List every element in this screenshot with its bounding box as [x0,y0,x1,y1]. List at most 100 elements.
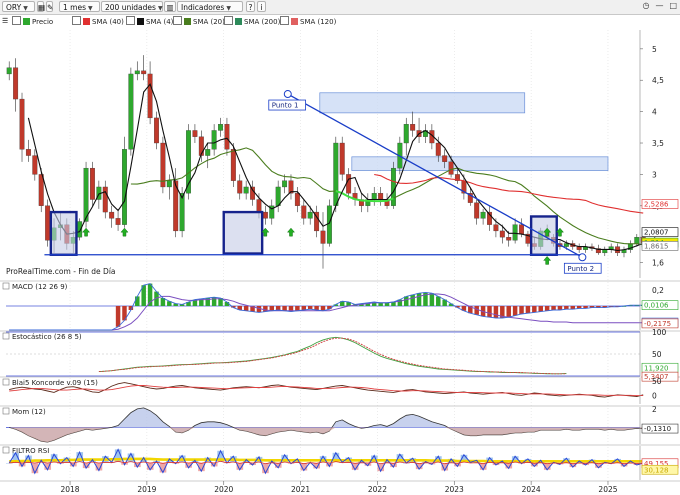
macd-bar-negative [474,306,479,315]
candle-up [282,180,288,188]
macd-bar-negative [538,306,543,312]
indicator-title-koncorde: Blai5 Koncorde v.09 (15) [12,379,98,387]
macd-signal-line [9,293,644,331]
indicator-checkbox-icon [2,378,10,386]
macd-bar-negative [564,306,569,310]
price-value-label: 2,5286 [644,201,669,209]
indicator-tick-label: 0,2 [652,286,664,295]
x-tick-label: 2022 [368,485,387,494]
candle-up [480,211,486,219]
macd-bar-negative [269,306,275,311]
indicator-title-momentum: Mom (12) [12,408,46,416]
macd-bar-negative [307,306,313,310]
x-tick-label: 2024 [522,485,541,494]
macd-bar-negative [487,306,492,318]
macd-bar-negative [512,306,518,316]
annotation-punto-1: Punto 1 [272,102,299,110]
momentum-value-label: -0,1310 [644,425,671,433]
candle-down [13,67,19,100]
candle-down [25,149,31,156]
candle-down [320,230,326,244]
candle-down [102,186,108,213]
candle-up [6,67,12,75]
stochastic-line [98,337,567,375]
candle-down [32,155,38,175]
candle-down [147,73,153,119]
pattern-box [49,210,78,256]
macd-bar-negative [115,306,121,327]
price-value-label: 1,8615 [644,242,669,250]
candle-down [141,70,147,75]
candle-down [89,167,95,200]
candle-up [211,130,217,150]
macd-bar-positive [135,296,140,306]
indicator-title-macd: MACD (12 26 9) [12,283,68,291]
price-tick-label: 1,6 [652,258,664,267]
macd-bar-negative [263,306,268,312]
price-tick-label: 4,5 [652,76,664,85]
indicator-checkbox-icon [2,332,10,340]
stochastic-value-label: 11,920 [644,364,669,372]
candle-up [205,149,211,156]
candle-up [403,124,409,144]
x-tick-label: 2020 [214,485,233,494]
candle-down [442,155,448,162]
candle-up [243,186,249,194]
candle-down [339,142,345,175]
candle-down [378,193,384,200]
candle-down [493,224,499,232]
macd-bar-negative [282,306,287,311]
resistance-zone [319,92,526,114]
candle-down [519,224,524,235]
point-2-marker [578,253,587,262]
candle-down [474,202,480,219]
macd-bar-positive [416,293,422,306]
indicator-checkbox-icon [2,282,10,290]
candle-up [128,73,134,150]
macd-bar-negative [275,306,281,310]
candle-up [602,249,608,254]
candle-down [410,124,416,131]
candle-up [134,70,140,75]
x-tick-label: 2019 [137,485,156,494]
candle-down [256,199,262,213]
macd-bar-negative [525,306,531,314]
chart-canvas: ProRealTime.com - Fin de Día Punto 1 Punt… [0,30,680,494]
x-tick-label: 2021 [291,485,310,494]
candle-up [218,124,223,131]
macd-bar-negative [519,306,524,314]
candle-down [237,180,243,194]
macd-bar-negative [506,306,511,318]
x-tick-label: 2018 [60,485,79,494]
indicator-tick-label: 100 [652,328,667,337]
candle-down [160,142,166,188]
candle-down [115,218,121,225]
candle-up [122,149,127,225]
koncorde-line [9,385,644,397]
momentum-area [9,407,644,443]
indicator-tick-label: 50 [652,350,662,359]
macd-bar-negative [544,306,550,311]
candle-down [230,149,236,181]
indicator-title-stochastic: Estocástico (26 8 5) [12,333,82,341]
indicator-tick-label: 0 [652,391,657,400]
candle-down [224,124,230,150]
macd-bar-negative [551,306,556,310]
momentum-line [9,407,644,443]
indicator-tick-label: 2 [652,405,657,414]
candle-down [19,98,25,150]
candle-down [198,136,204,156]
candle-down [262,211,268,219]
candle-up [634,237,640,244]
macd-bar-negative [295,306,300,311]
candle-up [166,180,172,188]
macd-bar-negative [532,306,537,313]
candle-down [301,205,307,219]
candle-down [506,237,512,241]
macd-value-label: 0,0106 [644,302,669,310]
indicator-tick-label: 50 [652,377,662,386]
candle-down [109,211,115,219]
candle-up [326,205,332,244]
macd-bar-positive [436,296,441,306]
candle-down [448,161,454,175]
